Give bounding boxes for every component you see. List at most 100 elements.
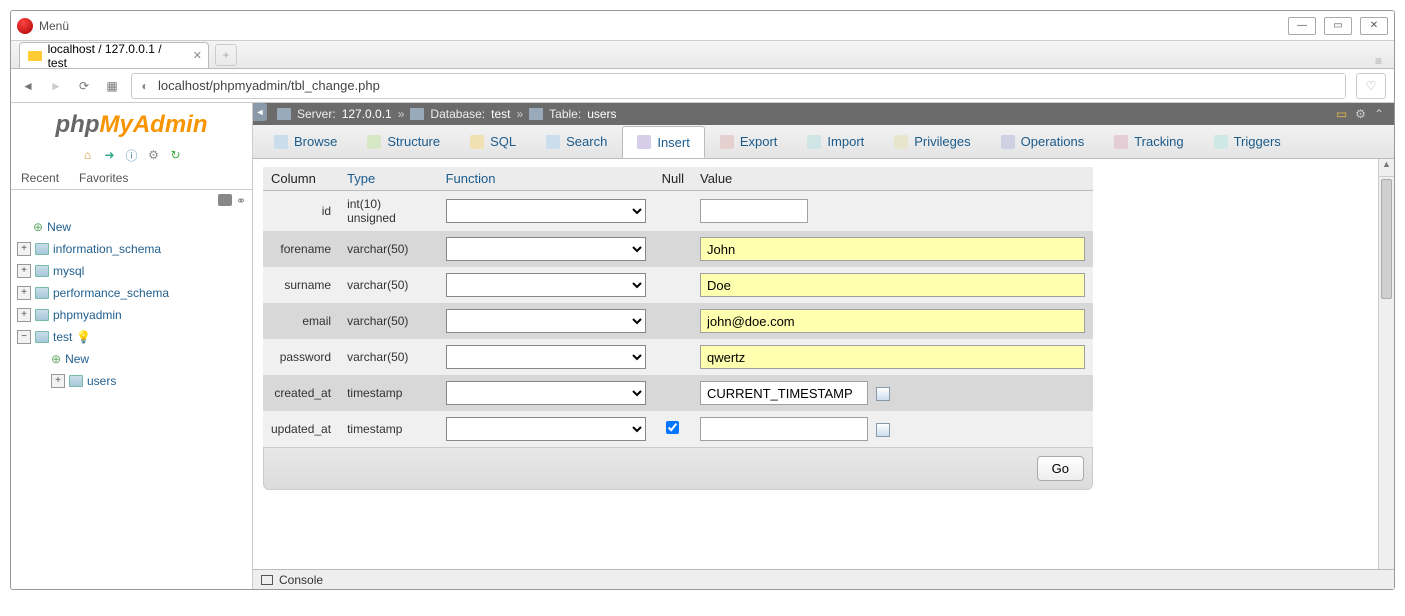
- calendar-icon[interactable]: [876, 423, 890, 437]
- tree-db-mysql[interactable]: + mysql: [11, 260, 252, 282]
- go-button[interactable]: Go: [1037, 456, 1084, 481]
- table-row: forenamevarchar(50): [263, 231, 1093, 267]
- up-icon[interactable]: ⌃: [1374, 107, 1384, 121]
- expand-icon[interactable]: +: [17, 242, 31, 256]
- tab-import[interactable]: Import: [792, 126, 879, 158]
- expand-icon[interactable]: +: [17, 286, 31, 300]
- function-select[interactable]: [446, 237, 646, 261]
- column-type: varchar(50): [339, 303, 438, 339]
- column-name: created_at: [263, 375, 339, 411]
- tree-db-performance-schema[interactable]: + performance_schema: [11, 282, 252, 304]
- link-icon[interactable]: ⚭: [236, 194, 246, 208]
- main-tabs: Browse Structure SQL Search Insert Expor…: [253, 125, 1394, 159]
- value-input[interactable]: [700, 237, 1085, 261]
- expand-icon[interactable]: +: [17, 308, 31, 322]
- collapse-tree-icon[interactable]: [218, 194, 232, 206]
- table-row: passwordvarchar(50): [263, 339, 1093, 375]
- function-select[interactable]: [446, 417, 646, 441]
- expand-icon[interactable]: +: [51, 374, 65, 388]
- tab-title: localhost / 127.0.0.1 / test: [48, 42, 180, 70]
- th-null: Null: [654, 167, 692, 191]
- url-input[interactable]: [158, 74, 1345, 98]
- scrollbar-vertical[interactable]: ▲: [1378, 159, 1394, 569]
- column-name: id: [263, 191, 339, 232]
- reload-button[interactable]: ⟳: [75, 77, 93, 95]
- bc-server-link[interactable]: 127.0.0.1: [342, 107, 392, 121]
- collapse-icon[interactable]: −: [17, 330, 31, 344]
- tab-tracking[interactable]: Tracking: [1099, 126, 1198, 158]
- calendar-icon[interactable]: [876, 387, 890, 401]
- tab-triggers[interactable]: Triggers: [1199, 126, 1296, 158]
- speed-dial-button[interactable]: ▦: [103, 77, 121, 95]
- scroll-up-icon[interactable]: ▲: [1379, 159, 1394, 177]
- scroll-thumb[interactable]: [1381, 179, 1392, 299]
- app-window: Menü — ▭ ✕ localhost / 127.0.0.1 / test …: [10, 10, 1395, 590]
- tab-export[interactable]: Export: [705, 126, 793, 158]
- opera-icon: [17, 18, 33, 34]
- close-button[interactable]: ✕: [1360, 17, 1388, 35]
- value-input[interactable]: [700, 381, 868, 405]
- database-icon: [410, 108, 424, 120]
- gear-icon[interactable]: ⚙: [1355, 107, 1366, 121]
- table-row: updated_attimestamp: [263, 411, 1093, 447]
- bc-db-link[interactable]: test: [491, 107, 510, 121]
- tab-browse[interactable]: Browse: [259, 126, 352, 158]
- home-icon[interactable]: ⌂: [80, 147, 96, 163]
- sidebar: phpMyAdmin ⌂ ➜ ⓘ ⚙ ↻ Recent Favorites ⚭ …: [11, 103, 253, 589]
- column-type: timestamp: [339, 375, 438, 411]
- value-input[interactable]: [700, 199, 808, 223]
- tab-privileges[interactable]: Privileges: [879, 126, 985, 158]
- minimize-button[interactable]: —: [1288, 17, 1316, 35]
- database-icon: [35, 243, 49, 255]
- value-input[interactable]: [700, 273, 1085, 297]
- recent-tab[interactable]: Recent: [11, 167, 69, 189]
- new-db-link[interactable]: ⊕ New: [11, 216, 252, 238]
- favorites-tab[interactable]: Favorites: [69, 167, 138, 189]
- tab-close-icon[interactable]: ✕: [193, 49, 202, 62]
- tab-operations[interactable]: Operations: [986, 126, 1100, 158]
- bc-table-link[interactable]: users: [587, 107, 616, 121]
- tab-insert[interactable]: Insert: [622, 126, 705, 158]
- tab-search[interactable]: Search: [531, 126, 622, 158]
- tree-db-test[interactable]: − test 💡: [11, 326, 252, 348]
- logout-icon[interactable]: ➜: [102, 147, 118, 163]
- database-icon: [35, 309, 49, 321]
- table-icon: [529, 108, 543, 120]
- function-select[interactable]: [446, 199, 646, 223]
- bookmark-button[interactable]: ♡: [1356, 73, 1386, 99]
- back-button[interactable]: ◄: [19, 77, 37, 95]
- db-tree: ⊕ New + information_schema + mysql + per…: [11, 212, 252, 396]
- console-bar[interactable]: Console: [253, 569, 1394, 589]
- tree-db-information-schema[interactable]: + information_schema: [11, 238, 252, 260]
- maximize-button[interactable]: ▭: [1324, 17, 1352, 35]
- settings-icon[interactable]: ⚙: [146, 147, 162, 163]
- new-table-link[interactable]: ⊕ New: [11, 348, 252, 370]
- tree-db-phpmyadmin[interactable]: + phpmyadmin: [11, 304, 252, 326]
- window-icon[interactable]: ▭: [1336, 107, 1347, 121]
- value-input[interactable]: [700, 309, 1085, 333]
- tab-sql[interactable]: SQL: [455, 126, 531, 158]
- docs-icon[interactable]: ⓘ: [124, 147, 140, 163]
- tab-structure[interactable]: Structure: [352, 126, 455, 158]
- function-select[interactable]: [446, 273, 646, 297]
- function-select[interactable]: [446, 345, 646, 369]
- null-checkbox[interactable]: [666, 421, 679, 434]
- value-input[interactable]: [700, 345, 1085, 369]
- triggers-icon: [1214, 135, 1228, 149]
- reload-nav-icon[interactable]: ↻: [168, 147, 184, 163]
- function-select[interactable]: [446, 309, 646, 333]
- th-function[interactable]: Function: [438, 167, 654, 191]
- browser-tab[interactable]: localhost / 127.0.0.1 / test ✕: [19, 42, 209, 68]
- globe-icon: ◐: [132, 79, 158, 93]
- value-input[interactable]: [700, 417, 868, 441]
- tabstrip-menu-icon[interactable]: ≡: [1375, 54, 1394, 68]
- tree-table-users[interactable]: + users: [11, 370, 252, 392]
- breadcrumb: Server: 127.0.0.1 » Database: test » Tab…: [253, 103, 1394, 125]
- collapse-sidebar-button[interactable]: ◄: [253, 103, 267, 121]
- new-tab-button[interactable]: +: [215, 44, 237, 66]
- expand-icon[interactable]: +: [17, 264, 31, 278]
- th-type[interactable]: Type: [339, 167, 438, 191]
- menu-button[interactable]: Menü: [39, 19, 69, 33]
- favicon-icon: [28, 51, 42, 61]
- function-select[interactable]: [446, 381, 646, 405]
